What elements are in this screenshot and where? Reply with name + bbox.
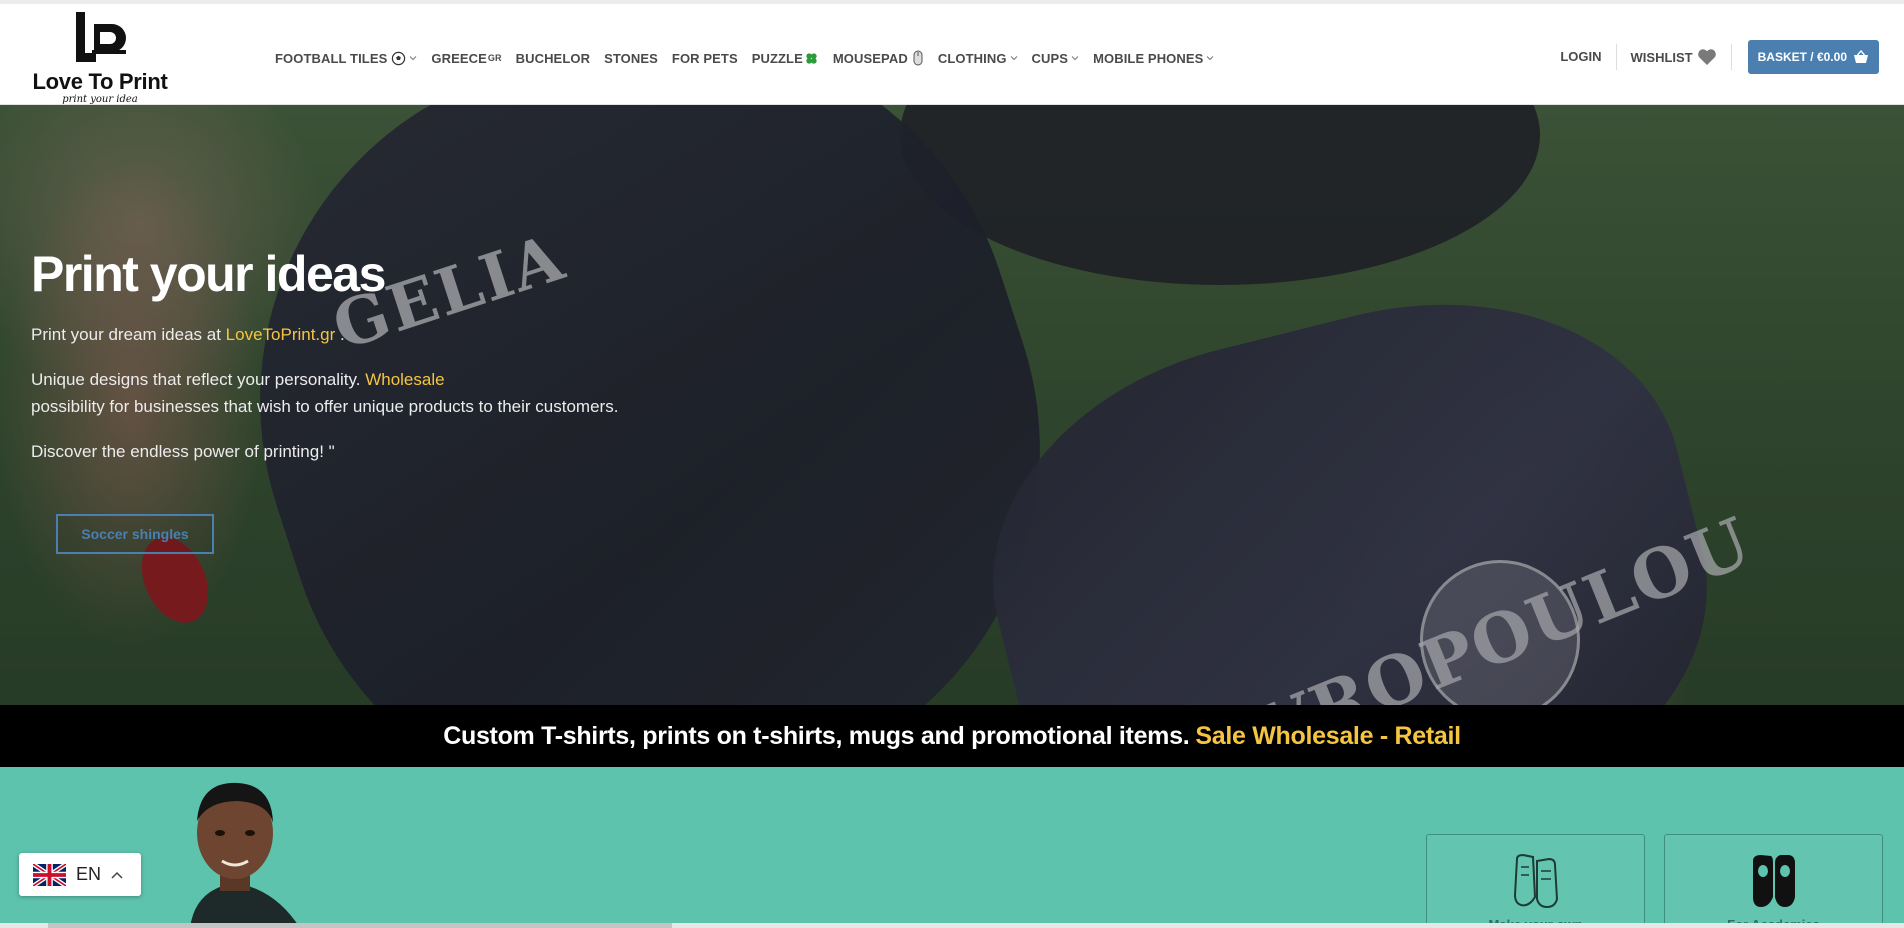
nav-label: GREECE: [431, 50, 487, 66]
nav-label: MOBILE PHONES: [1093, 50, 1204, 66]
nav-label: CLOTHING: [937, 50, 1007, 66]
soccer-ball-icon: [392, 51, 406, 65]
chevron-up-icon: [111, 871, 123, 879]
make-your-own-card[interactable]: Make your own: [1426, 834, 1645, 928]
promo-band: Custom T-shirts, prints on t-shirts, mug…: [0, 705, 1904, 767]
nav-label: FOOTBALL TILES: [275, 50, 388, 66]
login-link[interactable]: LOGIN: [1560, 44, 1617, 70]
promo-text: Custom T-shirts, prints on t-shirts, mug…: [443, 722, 1461, 751]
nav-label: CUPS: [1031, 50, 1069, 66]
language-code: EN: [76, 864, 102, 884]
clover-icon: [806, 52, 817, 64]
hero-p2-text: Unique designs that reflect your persona…: [31, 370, 366, 389]
nav-greece[interactable]: GREECE GR: [431, 51, 501, 66]
for-academies-card[interactable]: For Academies: [1664, 834, 1883, 928]
site-header: Love To Print print your idea FOOTBALL T…: [0, 4, 1904, 105]
wholesale-link[interactable]: Wholesale: [365, 370, 444, 389]
chevron-down-icon: [1071, 56, 1079, 61]
nav-label: STONES: [604, 50, 658, 66]
nav-buchelor[interactable]: BUCHELOR: [516, 51, 590, 66]
shin-guard-filled-icon: [1753, 855, 1795, 907]
language-switcher[interactable]: EN: [19, 853, 141, 896]
soccer-shingles-button[interactable]: Soccer shingles: [56, 514, 214, 554]
model-photo: [190, 782, 300, 928]
scrollbar-thumb[interactable]: [48, 923, 672, 928]
wishlist-label: WISHLIST: [1630, 49, 1693, 65]
nav-label: FOR PETS: [671, 50, 738, 66]
promo-main: Custom T-shirts, prints on t-shirts, mug…: [443, 721, 1190, 750]
logo-tagline: print your idea: [62, 94, 138, 105]
nav-for-pets[interactable]: FOR PETS: [672, 51, 738, 66]
heart-icon: [1697, 49, 1716, 65]
nav-suffix: GR: [487, 53, 502, 63]
hero-p1-end: .: [335, 325, 345, 344]
mouse-icon: [913, 50, 923, 66]
nav-label: PUZZLE: [751, 50, 803, 66]
hero-p2-text-cont: possibility for businesses that wish to …: [31, 397, 619, 416]
hero-title: Print your ideas: [31, 246, 386, 302]
category-section: Make your own For Academies: [0, 767, 1904, 928]
nav-mobile-phones[interactable]: MOBILE PHONES: [1093, 51, 1214, 66]
basket-label: BASKET / €0.00: [1757, 50, 1847, 64]
nav-cups[interactable]: CUPS: [1032, 51, 1080, 66]
logo-text: Love To Print: [32, 69, 168, 94]
nav-puzzle[interactable]: PUZZLE: [752, 51, 819, 66]
basket-icon: [1854, 50, 1868, 63]
nav-clothing[interactable]: CLOTHING: [938, 51, 1018, 66]
main-nav: FOOTBALL TILES GREECE GR BUCHELOR STONES …: [275, 45, 1228, 71]
chevron-down-icon: [1010, 56, 1017, 61]
hero-p1-text: Print your dream ideas at: [31, 325, 226, 344]
hero-paragraph-2: Unique designs that reflect your persona…: [31, 366, 671, 420]
chevron-down-icon: [410, 56, 417, 61]
chevron-down-icon: [1207, 56, 1214, 61]
nav-label: MOUSEPAD: [832, 50, 908, 66]
logo-mark-icon: [76, 12, 126, 62]
promo-highlight: Sale Wholesale - Retail: [1195, 721, 1461, 750]
nav-label: BUCHELOR: [515, 50, 591, 66]
basket-button[interactable]: BASKET / €0.00: [1747, 40, 1879, 74]
nav-stones[interactable]: STONES: [604, 51, 658, 66]
wishlist-link[interactable]: WISHLIST: [1631, 44, 1732, 70]
shin-guard-outline-icon: [1513, 853, 1559, 909]
uk-flag-icon: [33, 863, 66, 886]
hero-content: Print your ideas Print your dream ideas …: [31, 245, 671, 465]
horizontal-scrollbar[interactable]: [0, 923, 1904, 928]
hero-paragraph-3: Discover the endless power of printing! …: [31, 442, 335, 461]
nav-football-tiles[interactable]: FOOTBALL TILES: [275, 51, 417, 66]
account-nav: LOGIN WISHLIST BASKET / €0.00: [1560, 40, 1904, 74]
site-link[interactable]: LoveToPrint.gr: [226, 325, 336, 344]
nav-mousepad[interactable]: MOUSEPAD: [833, 50, 924, 66]
hero-banner: GELIA STAVROPOULOU Print your ideas Prin…: [0, 105, 1904, 705]
hero-paragraph-1: Print your dream ideas at LoveToPrint.gr…: [31, 321, 671, 348]
site-logo[interactable]: Love To Print print your idea: [20, 6, 180, 105]
